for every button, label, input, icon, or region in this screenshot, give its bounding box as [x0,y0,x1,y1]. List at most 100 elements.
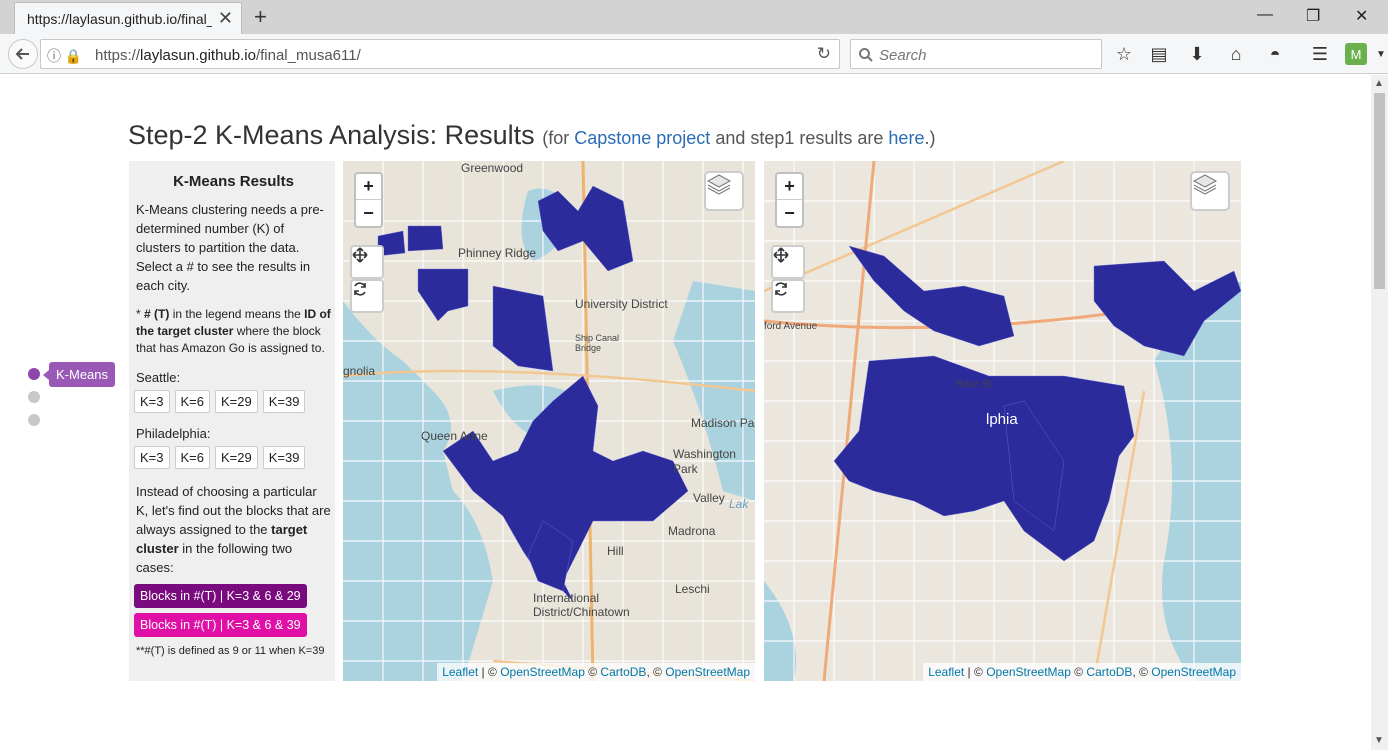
url-bar[interactable]: ⓘ 🔒 https://laylasun.github.io/final_mus… [40,39,840,69]
seattle-zoom-out-button[interactable]: − [356,200,381,226]
philly-pan-button[interactable] [771,245,805,279]
scroll-thumb[interactable] [1374,93,1385,289]
move-arrows-icon [773,247,789,263]
page-title: Step-2 K-Means Analysis: Results (for Ca… [128,120,936,150]
browser-tab[interactable]: https://laylasun.github.io/final_m ✕ [14,2,242,34]
map-label-ship-canal-bridge: Ship Canal Bridge [575,333,620,353]
seattle-map[interactable]: Greenwood Phinney Ridge University Distr… [343,161,755,681]
restore-icon[interactable]: ❐ [1306,6,1320,26]
extension-icon[interactable]: M [1345,43,1367,65]
philly-reset-button[interactable] [771,279,805,313]
map-label-race-st: Race St [956,379,992,390]
tab-title: https://laylasun.github.io/final_m [27,11,212,27]
seattle-k3-button[interactable]: K=3 [134,390,170,413]
navigation-toolbar: ⓘ 🔒 https://laylasun.github.io/final_mus… [0,34,1388,74]
layers-icon [706,174,732,195]
philly-k6-button[interactable]: K=6 [174,446,210,469]
blocks-k29-button[interactable]: Blocks in #(T) | K=3 & 6 & 29 [134,584,307,608]
map-label-university-district: University District [575,297,668,311]
scroll-down-icon[interactable]: ▼ [1374,735,1384,746]
bookmark-star-icon[interactable]: ☆ [1113,43,1135,65]
url-text: https://laylasun.github.io/final_musa611… [95,47,361,64]
cartodb-link[interactable]: CartoDB [600,665,646,679]
map-label-magnolia: gnolia [343,364,376,378]
browser-tab-bar: https://laylasun.github.io/final_m ✕ + —… [0,0,1388,34]
pocket-icon[interactable]: ◓ [1264,43,1286,65]
philadelphia-k-buttons: K=3 K=6 K=29 K=39 [134,446,331,469]
philly-zoom-in-button[interactable]: + [777,174,802,200]
leaflet-link[interactable]: Leaflet [928,665,964,679]
seattle-reset-button[interactable] [350,279,384,313]
new-tab-icon[interactable]: + [254,4,267,30]
blocks-k39-button[interactable]: Blocks in #(T) | K=3 & 6 & 39 [134,613,307,637]
philadelphia-label: Philadelphia: [136,426,211,441]
slide-dot-3[interactable] [28,414,40,426]
search-bar[interactable]: Search [850,39,1102,69]
map-label-madrona: Madrona [668,524,716,538]
step1-link[interactable]: here [888,128,924,148]
map-label-leschi: Leschi [675,582,710,596]
map-label-international-district: Inter­national District/Chinatown [533,591,630,619]
slide-dot-kmeans[interactable] [28,368,40,380]
osm-link-2[interactable]: OpenStreetMap [665,665,750,679]
refresh-icon [354,282,366,296]
back-arrow-icon [15,48,29,60]
map-label-ford-avenue: ford Avenue [764,321,818,332]
philly-k3-button[interactable]: K=3 [134,446,170,469]
seattle-zoom-control: + − [354,172,383,228]
philly-attribution: Leaflet | © OpenStreetMap © CartoDB, © O… [923,663,1241,681]
site-info-icon[interactable]: ⓘ 🔒 [47,46,82,66]
philly-k39-button[interactable]: K=39 [262,446,306,469]
move-arrows-icon [352,247,368,263]
layers-icon [1192,174,1218,195]
leaflet-link[interactable]: Leaflet [442,665,478,679]
back-button[interactable] [8,39,38,69]
refresh-icon [775,282,787,296]
map-label-greenwood: Greenwood [461,161,524,175]
philly-k29-button[interactable]: K=29 [215,446,258,469]
map-label-phinney-ridge: Phinney Ridge [458,246,537,260]
download-icon[interactable]: ⬇ [1186,43,1208,65]
map-label-madison-park: Madison Pa [691,416,755,430]
intersection-text: Instead of choosing a particular K, let'… [136,484,331,575]
seattle-layers-button[interactable] [704,171,744,211]
seattle-attribution: Leaflet | © OpenStreetMap © CartoDB, © O… [437,663,755,681]
map-label-washington-park: Washington Park [673,447,736,476]
philly-layers-button[interactable] [1190,171,1230,211]
seattle-zoom-in-button[interactable]: + [356,174,381,200]
seattle-pan-button[interactable] [350,245,384,279]
map-label-valley: Valley [693,491,725,505]
philadelphia-map[interactable]: ford Avenue Race St lphia + − Leaflet | … [764,161,1241,681]
extension-dropdown-icon[interactable]: ▼ [1370,43,1388,65]
page-scrollbar[interactable]: ▲ ▼ [1371,75,1388,750]
scroll-up-icon[interactable]: ▲ [1374,78,1384,89]
intro-text: K-Means clustering needs a pre-determine… [136,202,324,293]
menu-icon[interactable]: ☰ [1309,43,1331,65]
window-close-icon[interactable]: ✕ [1355,6,1368,26]
reload-icon[interactable]: ↻ [817,44,831,64]
map-label-lake: Lak [729,497,749,511]
capstone-link[interactable]: Capstone project [574,128,710,148]
slide-dot-2[interactable] [28,391,40,403]
osm-link[interactable]: OpenStreetMap [500,665,585,679]
minimize-icon[interactable]: — [1257,6,1273,24]
philly-zoom-control: + − [775,172,804,228]
home-icon[interactable]: ⌂ [1225,43,1247,65]
osm-link[interactable]: OpenStreetMap [986,665,1071,679]
philly-zoom-out-button[interactable]: − [777,200,802,226]
seattle-k39-button[interactable]: K=39 [262,390,306,413]
sidebar-title: K-Means Results [173,173,294,190]
reading-list-icon[interactable]: ▤ [1148,43,1170,65]
results-sidebar: K-Means Results K-Means clustering needs… [129,161,335,681]
seattle-k6-button[interactable]: K=6 [174,390,210,413]
osm-link-2[interactable]: OpenStreetMap [1151,665,1236,679]
footnote: **#(T) is defined as 9 or 11 when K=39 [136,645,325,657]
search-placeholder: Search [879,47,927,64]
seattle-k29-button[interactable]: K=29 [215,390,258,413]
seattle-label: Seattle: [136,370,181,385]
slide-navigation [28,368,40,437]
close-tab-icon[interactable]: ✕ [218,8,233,28]
legend-note: * # (T) in the legend means the ID of th… [136,307,331,355]
cartodb-link[interactable]: CartoDB [1086,665,1132,679]
map-label-hill: Hill [607,544,624,558]
